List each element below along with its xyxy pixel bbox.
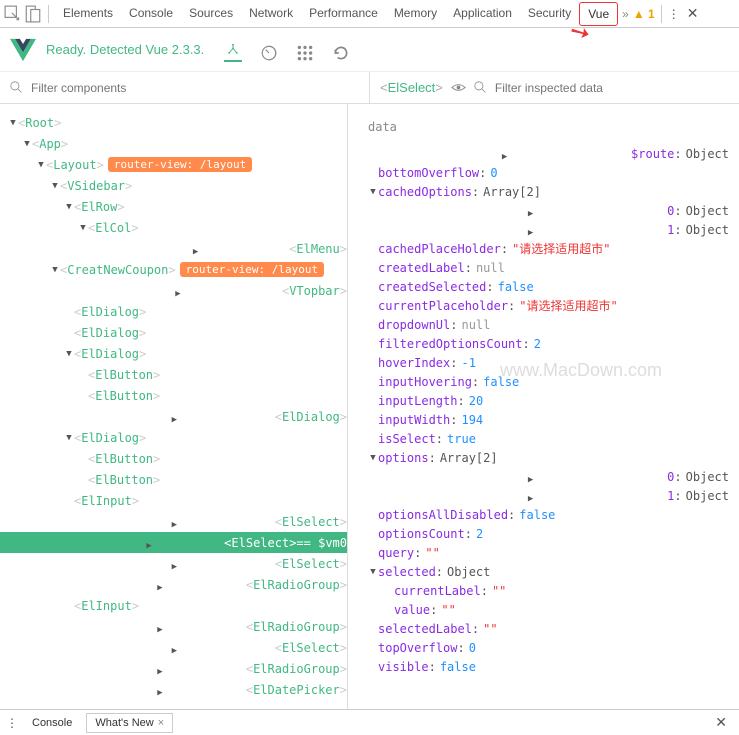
drawer-tab-whatsnew[interactable]: What's New ×: [86, 713, 173, 733]
vuex-tab-icon[interactable]: [260, 44, 278, 62]
filter-components-input[interactable]: [31, 81, 359, 95]
prop-isSelect[interactable]: isSelect: true: [368, 429, 729, 448]
tree-node-elbutton[interactable]: <ElButton>: [0, 448, 347, 469]
tree-node-elradiogroup[interactable]: <ElRadioGroup>: [0, 574, 347, 595]
data-header: data: [368, 120, 729, 134]
component-tree[interactable]: <Root><App><Layout>router-view: /layout<…: [0, 104, 348, 709]
prop-cachedPlaceHolder[interactable]: cachedPlaceHolder: "请选择适用超市": [368, 239, 729, 258]
prop-query[interactable]: query: "": [368, 543, 729, 562]
tree-node-vtopbar[interactable]: <VTopbar>: [0, 280, 347, 301]
search-icon: [474, 81, 487, 94]
refresh-icon[interactable]: [332, 44, 350, 62]
drawer-bar: ⋮ Console What's New × ✕: [0, 709, 739, 735]
prop-$route[interactable]: $route: Object: [368, 144, 729, 163]
tree-node-eldialog[interactable]: <ElDialog>: [0, 406, 347, 427]
tree-node-elrow[interactable]: <ElRow>: [0, 196, 347, 217]
devtools-tabbar: ElementsConsoleSourcesNetworkPerformance…: [0, 0, 739, 28]
prop-hoverIndex[interactable]: hoverIndex: -1: [368, 353, 729, 372]
tree-node-elbutton[interactable]: <ElButton>: [0, 364, 347, 385]
devtools-tab-security[interactable]: Security: [520, 2, 579, 26]
more-icon[interactable]: ⋮: [668, 7, 679, 21]
inspect-icon[interactable]: [4, 5, 22, 23]
vue-logo-icon: [10, 37, 36, 63]
devtools-tab-memory[interactable]: Memory: [386, 2, 445, 26]
events-tab-icon[interactable]: [296, 44, 314, 62]
prop-inputLength[interactable]: inputLength: 20: [368, 391, 729, 410]
drawer-more-icon[interactable]: ⋮: [6, 716, 18, 730]
prop-selected[interactable]: selected: Object: [368, 562, 729, 581]
filter-data-input[interactable]: [495, 81, 729, 95]
vue-status-bar: Ready. Detected Vue 2.3.3.: [0, 28, 739, 72]
filter-row: <ElSelect>: [0, 72, 739, 104]
prop-visible[interactable]: visible: false: [368, 657, 729, 676]
prop-createdSelected[interactable]: createdSelected: false: [368, 277, 729, 296]
prop-currentPlaceholder[interactable]: currentPlaceholder: "请选择适用超市": [368, 296, 729, 315]
prop-optionsAllDisabled[interactable]: optionsAllDisabled: false: [368, 505, 729, 524]
devtools-tab-vue[interactable]: Vue: [579, 2, 618, 26]
eye-icon[interactable]: [451, 80, 466, 95]
devtools-tab-elements[interactable]: Elements: [55, 2, 121, 26]
tree-node-vsidebar[interactable]: <VSidebar>: [0, 175, 347, 196]
components-tab-icon[interactable]: [224, 44, 242, 62]
prop-1[interactable]: 1: Object: [368, 486, 729, 505]
devtools-tab-application[interactable]: Application: [445, 2, 520, 26]
tree-node-elmenu[interactable]: <ElMenu>: [0, 238, 347, 259]
drawer-close-icon[interactable]: ✕: [709, 714, 733, 731]
devtools-tab-network[interactable]: Network: [241, 2, 301, 26]
status-text: Ready. Detected Vue 2.3.3.: [46, 42, 204, 57]
device-icon[interactable]: [24, 5, 42, 23]
selected-component-label: <ElSelect>: [380, 80, 443, 95]
devtools-tab-performance[interactable]: Performance: [301, 2, 386, 26]
prop-createdLabel[interactable]: createdLabel: null: [368, 258, 729, 277]
close-devtools-icon[interactable]: ✕: [681, 5, 705, 22]
tree-node-elbutton[interactable]: <ElButton>: [0, 469, 347, 490]
tree-node-eldialog[interactable]: <ElDialog>: [0, 322, 347, 343]
prop-inputHovering[interactable]: inputHovering: false: [368, 372, 729, 391]
warning-badge[interactable]: ▲ 1: [633, 7, 655, 21]
devtools-tab-sources[interactable]: Sources: [181, 2, 241, 26]
drawer-tab-console[interactable]: Console: [24, 714, 80, 732]
tree-node-eldatepicker[interactable]: <ElDatePicker>: [0, 679, 347, 700]
prop-value[interactable]: value: "": [368, 600, 729, 619]
tree-node-app[interactable]: <App>: [0, 133, 347, 154]
prop-topOverflow[interactable]: topOverflow: 0: [368, 638, 729, 657]
main-panels: <Root><App><Layout>router-view: /layout<…: [0, 104, 739, 709]
prop-optionsCount[interactable]: optionsCount: 2: [368, 524, 729, 543]
data-panel: data $route: ObjectbottomOverflow: 0cach…: [348, 104, 739, 709]
prop-selectedLabel[interactable]: selectedLabel: "": [368, 619, 729, 638]
prop-dropdownUl[interactable]: dropdownUl: null: [368, 315, 729, 334]
prop-1[interactable]: 1: Object: [368, 220, 729, 239]
prop-currentLabel[interactable]: currentLabel: "": [368, 581, 729, 600]
tree-node-eldialog[interactable]: <ElDialog>: [0, 343, 347, 364]
prop-filteredOptionsCount[interactable]: filteredOptionsCount: 2: [368, 334, 729, 353]
tree-node-layout[interactable]: <Layout>router-view: /layout: [0, 154, 347, 175]
tree-node-root[interactable]: <Root>: [0, 112, 347, 133]
prop-inputWidth[interactable]: inputWidth: 194: [368, 410, 729, 429]
devtools-tab-console[interactable]: Console: [121, 2, 181, 26]
search-icon: [10, 81, 23, 94]
